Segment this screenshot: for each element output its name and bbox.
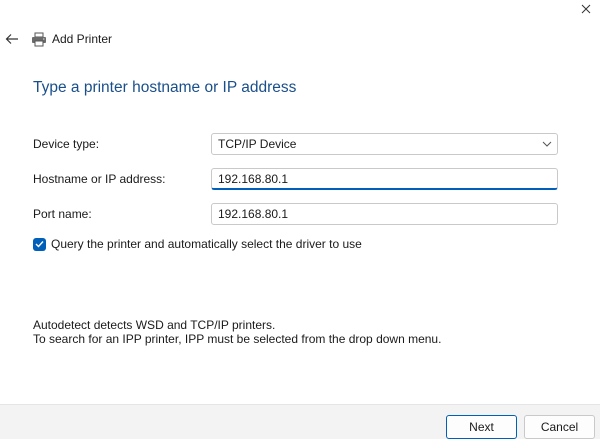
window-header: Add Printer xyxy=(4,29,112,49)
device-type-value: TCP/IP Device xyxy=(218,137,297,151)
hostname-row: Hostname or IP address: xyxy=(33,168,558,190)
hostname-input[interactable] xyxy=(211,168,558,190)
printer-icon xyxy=(31,31,47,47)
port-name-label: Port name: xyxy=(33,207,92,221)
add-printer-window: Add Printer Type a printer hostname or I… xyxy=(0,0,600,439)
close-button[interactable] xyxy=(572,0,600,18)
checkmark-icon xyxy=(35,241,44,248)
port-name-row: Port name: xyxy=(33,203,558,225)
hostname-label: Hostname or IP address: xyxy=(33,172,166,186)
info-text: Autodetect detects WSD and TCP/IP printe… xyxy=(33,318,441,346)
close-icon xyxy=(581,4,591,14)
info-line-2: To search for an IPP printer, IPP must b… xyxy=(33,332,442,346)
cancel-button[interactable]: Cancel xyxy=(524,415,595,439)
port-name-input[interactable] xyxy=(211,203,558,225)
chevron-down-icon xyxy=(542,141,552,147)
info-line-1: Autodetect detects WSD and TCP/IP printe… xyxy=(33,318,276,332)
device-type-row: Device type: TCP/IP Device xyxy=(33,133,558,155)
query-printer-row: Query the printer and automatically sele… xyxy=(33,237,362,251)
device-type-select[interactable]: TCP/IP Device xyxy=(211,133,558,155)
window-title: Add Printer xyxy=(52,32,113,46)
next-button[interactable]: Next xyxy=(446,415,517,439)
query-printer-label[interactable]: Query the printer and automatically sele… xyxy=(51,237,362,251)
query-printer-checkbox[interactable] xyxy=(33,237,46,251)
footer-bar: Next Cancel xyxy=(0,404,600,439)
back-button[interactable] xyxy=(4,31,20,47)
device-type-label: Device type: xyxy=(33,137,100,151)
page-title: Type a printer hostname or IP address xyxy=(33,79,297,96)
back-arrow-icon xyxy=(5,34,18,44)
